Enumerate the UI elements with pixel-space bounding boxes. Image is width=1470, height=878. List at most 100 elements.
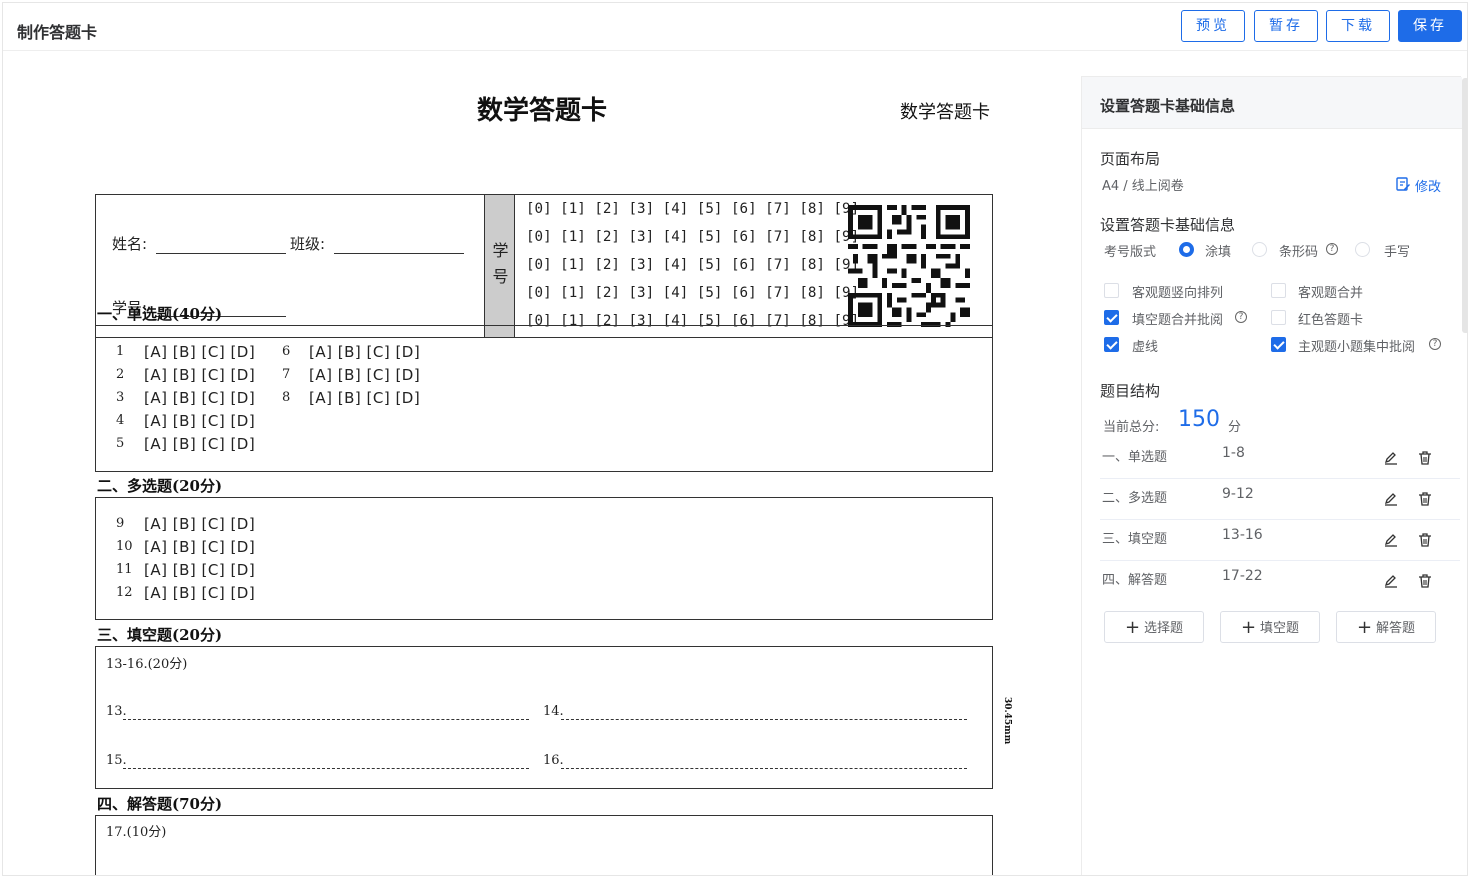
answer-options[interactable]: [A] [B] [C] [D] (144, 515, 255, 533)
section-title-multiple-choice: 二、多选题(20分) (97, 477, 223, 495)
add-answer-label: 解答题 (1376, 621, 1416, 636)
answer-box[interactable]: 17.(10分) (95, 815, 993, 875)
checkbox-label: 客观题合并 (1298, 286, 1364, 301)
answer-options[interactable]: [A] [B] [C] [D] (144, 584, 255, 602)
answer-options[interactable]: [A] [B] [C] [D] (144, 561, 255, 579)
checkbox-fill-merge-review[interactable] (1104, 310, 1119, 325)
total-score-unit: 分 (1228, 420, 1242, 435)
edit-icon[interactable] (1383, 573, 1399, 589)
add-choice-button[interactable]: + 选择题 (1104, 611, 1204, 643)
radio-fill-label: 涂填 (1205, 245, 1232, 260)
question-number: 4 (116, 413, 125, 428)
student-id-side-label: 学 号 (484, 195, 515, 337)
question-number: 12 (116, 585, 133, 600)
help-icon[interactable]: ? (1429, 338, 1441, 350)
class-label: 班级: (290, 235, 326, 253)
help-icon[interactable]: ? (1235, 311, 1247, 323)
add-fill-button[interactable]: + 填空题 (1220, 611, 1320, 643)
question-number: 9 (116, 516, 125, 531)
structure-row: 三、填空题 13-16 (1100, 520, 1460, 561)
question-number: 3 (116, 390, 125, 405)
help-icon[interactable]: ? (1326, 243, 1338, 255)
digit-row[interactable]: [0] [1] [2] [3] [4] [5] [6] [7] [8] [9] (526, 257, 859, 285)
fill-blank-box[interactable]: 13-16.(20分) 13. 14. 15. 16. (95, 646, 993, 789)
answer-options[interactable]: [A] [B] [C] [D] (144, 435, 255, 453)
top-bar: 制作答题卡 预览 暂存 下载 保存 (3, 3, 1467, 51)
panel-header: 设置答题卡基础信息 (1082, 77, 1462, 129)
structure-range: 1-8 (1222, 445, 1245, 461)
qr-code-icon (848, 205, 970, 327)
trash-icon[interactable] (1417, 450, 1433, 466)
panel-scrollbar[interactable] (1462, 78, 1467, 333)
answer-options[interactable]: [A] [B] [C] [D] (144, 366, 255, 384)
answer-options[interactable]: [A] [B] [C] [D] (144, 343, 255, 361)
structure-name: 二、多选题 (1102, 491, 1168, 506)
fill-item-label: 16. (543, 753, 564, 768)
xuehao-char-2: 号 (492, 267, 509, 286)
question-number: 7 (282, 367, 291, 382)
download-button[interactable]: 下载 (1326, 10, 1390, 42)
sheet-title[interactable]: 数学答题卡 (477, 90, 607, 127)
edit-icon[interactable] (1383, 450, 1399, 466)
checkbox-subjective-centralized[interactable] (1271, 337, 1286, 352)
answer-options[interactable]: [A] [B] [C] [D] (144, 389, 255, 407)
question-number: 1 (116, 344, 125, 359)
trash-icon[interactable] (1417, 573, 1433, 589)
add-fill-label: 填空题 (1260, 621, 1300, 636)
checkbox-objective-merge[interactable] (1271, 283, 1286, 298)
trash-icon[interactable] (1417, 532, 1433, 548)
radio-handwrite[interactable] (1355, 242, 1370, 257)
draft-button[interactable]: 暂存 (1254, 10, 1318, 42)
digit-row[interactable]: [0] [1] [2] [3] [4] [5] [6] [7] [8] [9] (526, 285, 859, 313)
layout-value: A4 / 线上阅卷 (1102, 179, 1184, 194)
question-number: 11 (116, 562, 133, 577)
checkbox-dashed[interactable] (1104, 337, 1119, 352)
question-number: 8 (282, 390, 291, 405)
name-label: 姓名: (112, 235, 148, 253)
structure-range: 13-16 (1222, 527, 1263, 543)
total-score-value: 150 (1178, 407, 1220, 432)
section-title-answer: 四、解答题(70分) (97, 795, 223, 813)
digit-row[interactable]: [0] [1] [2] [3] [4] [5] [6] [7] [8] [9] (526, 201, 859, 229)
section-title-single-choice: 一、单选题(40分) (97, 305, 223, 323)
checkbox-objective-vertical[interactable] (1104, 283, 1119, 298)
radio-barcode-label: 条形码 (1279, 245, 1319, 260)
sheet-subtitle: 数学答题卡 (900, 102, 990, 123)
structure-row: 二、多选题 9-12 (1100, 479, 1460, 520)
digit-row[interactable]: [0] [1] [2] [3] [4] [5] [6] [7] [8] [9] (526, 229, 859, 257)
edit-icon[interactable] (1383, 491, 1399, 507)
add-answer-button[interactable]: + 解答题 (1336, 611, 1436, 643)
edit-icon[interactable] (1383, 532, 1399, 548)
plus-icon: + (1124, 617, 1141, 638)
structure-range: 17-22 (1222, 568, 1263, 584)
answer-options[interactable]: [A] [B] [C] [D] (144, 412, 255, 430)
fill-blank-header: 13-16.(20分) (106, 657, 188, 672)
fill-answer-line (123, 719, 529, 720)
answer-options[interactable]: [A] [B] [C] [D] (309, 343, 420, 361)
plus-icon: + (1240, 617, 1257, 638)
answer-options[interactable]: [A] [B] [C] [D] (309, 389, 420, 407)
structure-row: 四、解答题 17-22 (1100, 561, 1460, 602)
plus-icon: + (1356, 617, 1373, 638)
basic-info-label: 设置答题卡基础信息 (1100, 216, 1236, 234)
settings-panel: 设置答题卡基础信息 页面布局 A4 / 线上阅卷 修改 设置答题卡基础信息 考号… (1081, 76, 1462, 875)
modify-layout-link[interactable]: 修改 (1415, 176, 1441, 195)
checkbox-red-card[interactable] (1271, 310, 1286, 325)
checkbox-label: 红色答题卡 (1298, 313, 1364, 328)
trash-icon[interactable] (1417, 491, 1433, 507)
fill-item-label: 14. (543, 704, 564, 719)
add-choice-label: 选择题 (1144, 621, 1184, 636)
save-button[interactable]: 保存 (1398, 10, 1462, 42)
answer-options[interactable]: [A] [B] [C] [D] (309, 366, 420, 384)
radio-fill[interactable] (1179, 242, 1194, 257)
preview-button[interactable]: 预览 (1181, 10, 1245, 42)
radio-barcode[interactable] (1252, 242, 1267, 257)
checkbox-label: 填空题合并批阅 (1132, 313, 1224, 328)
class-line (334, 253, 464, 254)
answer-options[interactable]: [A] [B] [C] [D] (144, 538, 255, 556)
fill-answer-line (561, 719, 967, 720)
fill-item-label: 13. (106, 704, 127, 719)
structure-range: 9-12 (1222, 486, 1254, 502)
xuehao-char-1: 学 (492, 241, 509, 260)
edit-doc-icon[interactable] (1395, 176, 1411, 192)
